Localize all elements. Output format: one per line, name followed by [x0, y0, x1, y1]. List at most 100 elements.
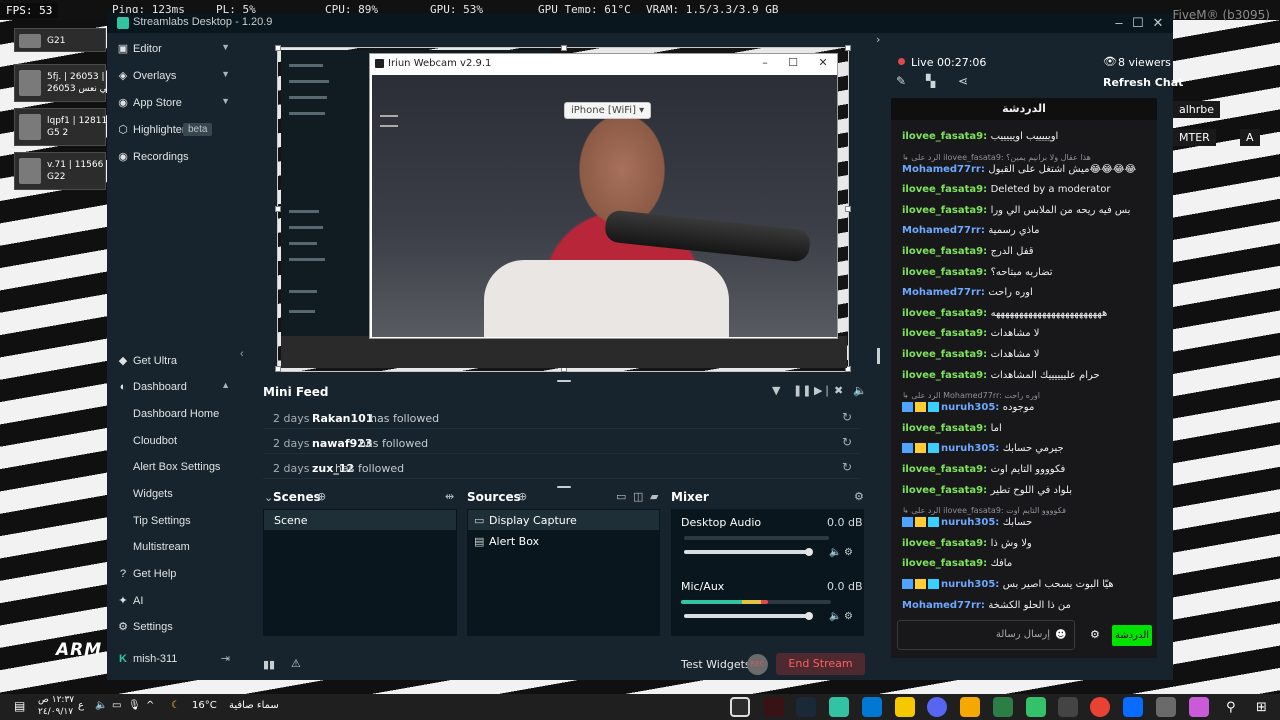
volume-icon[interactable]: 🔈 — [95, 700, 107, 711]
device-select[interactable]: iPhone [WiFi] ▾ — [564, 102, 652, 119]
sidebar-item-alert-box-settings[interactable]: Alert Box Settings — [107, 456, 240, 480]
chat-username[interactable]: ilovee_fasata9: — [902, 131, 991, 142]
microphone-icon[interactable]: 🎙 — [128, 700, 141, 711]
resize-handle[interactable] — [561, 45, 567, 51]
close-button[interactable]: ✕ — [810, 54, 836, 72]
sidebar-item-dashboard-home[interactable]: Dashboard Home — [107, 403, 240, 427]
resize-handle[interactable] — [845, 206, 851, 212]
feed-user[interactable]: Rakan101 — [312, 412, 373, 425]
chat-username[interactable]: ilovee_fasata9: — [902, 558, 991, 569]
source-item[interactable]: ▤ Alert Box — [468, 531, 659, 551]
volume-icon[interactable]: 🔈 — [853, 384, 867, 397]
channel-settings-icon[interactable]: ⚙ — [844, 611, 853, 622]
warning-icon[interactable]: ⚠ — [291, 657, 301, 670]
chevron-right-icon[interactable]: › — [876, 33, 880, 46]
speaker-icon[interactable]: 🔈 — [829, 611, 841, 622]
chat-tab[interactable]: الدردشة — [891, 98, 1157, 120]
chat-username[interactable]: ilovee_fasata9: — [902, 349, 991, 360]
chevron-down-icon[interactable]: ▼ — [221, 69, 230, 79]
sidebar-item-dashboard[interactable]: ◐ Dashboard ▲ — [107, 376, 240, 400]
filter-icon[interactable]: ▼ — [772, 384, 780, 397]
sidebar-item-cloudbot[interactable]: Cloudbot — [107, 430, 240, 454]
taskbar-app-icon[interactable] — [862, 697, 882, 717]
chat-username[interactable]: Mohamed77rr: — [902, 164, 988, 175]
scene-transitions-icon[interactable]: ⇹ — [445, 490, 454, 503]
chat-username[interactable]: ilovee_fasata9: — [902, 328, 991, 339]
start-menu-icon[interactable]: ⊞ — [1256, 700, 1267, 715]
chat-username[interactable]: ilovee_fasata9: — [902, 464, 991, 475]
chevron-down-icon[interactable]: ⌄ — [264, 491, 273, 504]
folder-icon[interactable]: ▰ — [650, 490, 658, 503]
steam-icon[interactable] — [796, 697, 816, 717]
volume-slider[interactable] — [684, 550, 809, 554]
chat-username[interactable]: ilovee_fasata9: — [902, 267, 991, 278]
replay-icon[interactable]: ↻ — [842, 460, 852, 474]
chevron-up-icon[interactable]: ▲ — [221, 380, 230, 390]
source-group-icon[interactable]: ◫ — [633, 490, 643, 503]
emoji-icon[interactable]: ☻ — [1055, 628, 1066, 641]
chat-username[interactable]: nuruh305: — [941, 402, 1003, 413]
taskbar-app-icon[interactable] — [730, 697, 750, 717]
edit-stream-info-icon[interactable]: ✎ — [896, 74, 906, 88]
end-stream-button[interactable]: End Stream — [776, 653, 865, 675]
sidebar-item-user[interactable]: K mish-311 ⇥ — [107, 648, 240, 672]
taskbar-app-icon[interactable] — [764, 697, 784, 717]
source-monitor-icon[interactable]: ▭ — [616, 490, 626, 503]
chat-username[interactable]: nuruh305: — [941, 443, 1003, 454]
chat-input[interactable]: إرسال رسالة — [897, 620, 1075, 650]
weather-description[interactable]: سماء صافية — [229, 700, 279, 711]
source-item[interactable]: ▭ Display Capture — [468, 510, 659, 530]
language-indicator[interactable]: ع — [78, 700, 84, 711]
streamlabs-taskbar-icon[interactable] — [829, 697, 849, 717]
taskbar-app-icon[interactable] — [960, 697, 980, 717]
add-scene-icon[interactable]: ⊕ — [317, 490, 326, 503]
chat-username[interactable]: ilovee_fasata9: — [902, 246, 991, 257]
taskbar-date[interactable]: ٢٤/٠٩/١٧ — [38, 707, 73, 717]
sidebar-item-ai[interactable]: ✦ AI — [107, 590, 240, 614]
chat-username[interactable]: Mohamed77rr: — [902, 287, 988, 298]
chat-username[interactable]: ilovee_fasata9: — [902, 308, 991, 319]
sidebar-item-get-help[interactable]: ? Get Help — [107, 563, 240, 587]
resize-handle[interactable] — [845, 45, 851, 51]
sidebar-collapse-icon[interactable]: ‹ — [240, 348, 244, 360]
chevron-up-icon[interactable]: ^ — [146, 700, 154, 711]
file-explorer-icon[interactable] — [1156, 697, 1176, 717]
volume-slider[interactable] — [684, 614, 809, 618]
mute-alerts-icon[interactable]: ✖ — [834, 384, 843, 397]
chat-username[interactable]: ilovee_fasata9: — [902, 485, 991, 496]
add-source-icon[interactable]: ⊕ — [518, 490, 527, 503]
chat-username[interactable]: nuruh305: — [941, 579, 1003, 590]
sidebar-item-settings[interactable]: ⚙ Settings — [107, 616, 240, 640]
test-widgets-button[interactable]: Test Widgets — [681, 658, 751, 671]
scene-item[interactable]: Scene — [264, 510, 456, 530]
pause-icon[interactable]: ❚❚ — [793, 384, 811, 397]
panel-drag-handle[interactable] — [557, 486, 571, 488]
record-button[interactable]: REC — [747, 654, 768, 675]
logout-icon[interactable]: ⇥ — [221, 652, 230, 665]
notification-icon[interactable]: ▤ — [14, 699, 25, 713]
channel-settings-icon[interactable]: ⚙ — [844, 547, 853, 558]
iriun-webcam-window[interactable]: Iriun Webcam v2.9.1 – ☐ ✕ iPhone [WiFi] … — [369, 53, 838, 339]
weather-temperature[interactable]: 16°C — [192, 700, 217, 711]
replay-icon[interactable]: ↻ — [842, 410, 852, 424]
dashboard-tool-icon[interactable]: ▚ — [926, 74, 935, 88]
volume-slider-knob[interactable] — [805, 612, 813, 620]
chat-username[interactable]: nuruh305: — [941, 517, 1003, 528]
sidebar-item-widgets[interactable]: Widgets — [107, 483, 240, 507]
sidebar-item-get-ultra[interactable]: ◆ Get Ultra — [107, 350, 240, 374]
settings-taskbar-icon[interactable] — [1058, 697, 1078, 717]
sidebar-item-tip-settings[interactable]: Tip Settings — [107, 510, 240, 534]
sidebar-item-editor[interactable]: ▣ Editor ▼ — [107, 38, 240, 62]
maximize-button[interactable]: ☐ — [1128, 15, 1148, 31]
volume-slider-knob[interactable] — [805, 548, 813, 556]
share-icon[interactable]: ⋖ — [958, 74, 968, 88]
network-icon[interactable]: ▭ — [112, 700, 121, 711]
skip-icon[interactable]: ▶❘ — [814, 384, 832, 397]
close-button[interactable]: ✕ — [1148, 15, 1168, 31]
speaker-icon[interactable]: 🔈 — [829, 547, 841, 558]
chat-settings-icon[interactable]: ⚙ — [1090, 628, 1100, 641]
search-icon[interactable]: ⚲ — [1226, 700, 1236, 715]
maximize-button[interactable]: ☐ — [780, 54, 806, 72]
minimize-button[interactable]: – — [752, 54, 778, 72]
chat-username[interactable]: Mohamed77rr: — [902, 225, 988, 236]
